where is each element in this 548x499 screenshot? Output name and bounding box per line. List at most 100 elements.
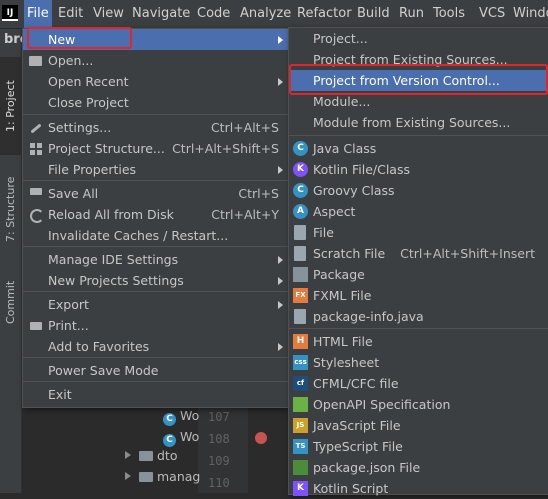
new-menu-item-java-class[interactable]: C Java Class bbox=[289, 138, 548, 159]
new-menu-item-cfml-cfc-file[interactable]: cf CFML/CFC file bbox=[289, 373, 548, 394]
new-menu-item-javascript-file[interactable]: JS JavaScript File bbox=[289, 415, 548, 436]
file-menu-item-power-save-mode[interactable]: Power Save Mode bbox=[23, 360, 289, 381]
new-menu-item-package-info-java[interactable]: package-info.java bbox=[289, 306, 548, 327]
menu-edit[interactable]: Edit bbox=[55, 0, 86, 28]
file-menu-item-print[interactable]: Print... bbox=[23, 315, 289, 336]
menu-item-label: Settings... bbox=[48, 120, 112, 135]
new-menu-item-typescript-file[interactable]: TS TypeScript File bbox=[289, 436, 548, 457]
kotlin-script-icon: K bbox=[293, 481, 308, 496]
file-menu-item-close-project[interactable]: Close Project bbox=[23, 92, 289, 113]
menu-build-label: Build bbox=[357, 6, 390, 21]
project-structure-icon-shape bbox=[30, 143, 42, 155]
menu-separator bbox=[23, 381, 289, 382]
new-menu-item-fxml-file[interactable]: FX FXML File bbox=[289, 285, 548, 306]
new-menu-item-package-json-file[interactable]: package.json File bbox=[289, 457, 548, 478]
file-menu-item-reload-all-from-disk[interactable]: Reload All from Disk Ctrl+Alt+Y bbox=[23, 204, 289, 225]
menu-item-label: Module... bbox=[313, 94, 371, 109]
menu-item-label: Java Class bbox=[313, 141, 377, 156]
new-menu-item-stylesheet[interactable]: css Stylesheet bbox=[289, 352, 548, 373]
new-menu-item-kotlin-script[interactable]: K Kotlin Script bbox=[289, 478, 548, 499]
menu-item-shortcut: Ctrl+Alt+Shift+Insert bbox=[400, 246, 535, 261]
menu-item-label: Reload All from Disk bbox=[48, 207, 174, 222]
menu-item-label: File Properties bbox=[48, 162, 137, 177]
tab-commit-label: Commit bbox=[4, 280, 17, 324]
menu-item-label: HTML File bbox=[313, 334, 373, 349]
menu-build[interactable]: Build bbox=[354, 0, 393, 28]
tree-item[interactable]: C Wo bbox=[163, 408, 199, 426]
menu-run[interactable]: Run bbox=[396, 0, 427, 28]
menu-navigate[interactable]: Navigate bbox=[129, 0, 193, 28]
expand-arrow-icon[interactable] bbox=[125, 451, 131, 459]
menu-analyze-label: Analyze bbox=[240, 6, 292, 21]
breakpoint-icon[interactable] bbox=[255, 432, 267, 444]
submenu-arrow-icon bbox=[278, 36, 283, 44]
menu-item-label: package.json File bbox=[313, 460, 421, 475]
menu-refactor-label: Refactor bbox=[297, 6, 352, 21]
file-menu-item-new[interactable]: New bbox=[23, 29, 289, 50]
new-menu-item-module[interactable]: Module... bbox=[289, 91, 548, 112]
java-class-icon: C bbox=[293, 141, 308, 156]
menu-item-label: Export bbox=[48, 297, 89, 312]
new-menu-item-file[interactable]: File bbox=[289, 222, 548, 243]
new-menu-item-openapi-specification[interactable]: OpenAPI Specification bbox=[289, 394, 548, 415]
file-menu-item-invalidate-caches-restart[interactable]: Invalidate Caches / Restart... bbox=[23, 225, 289, 246]
file-menu-item-settings[interactable]: Settings... Ctrl+Alt+S bbox=[23, 117, 289, 138]
tab-structure[interactable]: 7: Structure bbox=[0, 159, 21, 259]
menu-item-shortcut: Ctrl+Alt+S bbox=[210, 120, 279, 135]
tree-item-label: dto bbox=[157, 448, 178, 463]
folder-icon bbox=[139, 472, 153, 482]
menu-window-label: Windo bbox=[513, 6, 548, 21]
folder-icon-shape bbox=[29, 56, 42, 66]
new-menu-item-project[interactable]: Project... bbox=[289, 28, 548, 49]
tree-item[interactable]: manag bbox=[125, 469, 200, 484]
submenu-arrow-icon bbox=[278, 277, 283, 285]
new-menu-item-project-from-version-control[interactable]: Project from Version Control... bbox=[289, 70, 548, 91]
menu-vcs[interactable]: VCS bbox=[476, 0, 508, 28]
tree-item[interactable]: C Wo bbox=[163, 429, 199, 447]
fxml-icon: FX bbox=[293, 288, 308, 303]
file-menu-item-exit[interactable]: Exit bbox=[23, 384, 289, 405]
new-menu-item-aspect[interactable]: A Aspect bbox=[289, 201, 548, 222]
file-menu-item-add-to-favorites[interactable]: Add to Favorites bbox=[23, 336, 289, 357]
menu-separator bbox=[23, 246, 289, 247]
file-menu-item-open-recent[interactable]: Open Recent bbox=[23, 71, 289, 92]
menu-code[interactable]: Code bbox=[194, 0, 233, 28]
new-menu-item-html-file[interactable]: H HTML File bbox=[289, 331, 548, 352]
menu-separator bbox=[289, 328, 548, 329]
menu-run-label: Run bbox=[399, 6, 424, 21]
folder-icon bbox=[139, 451, 153, 461]
menu-item-label: FXML File bbox=[313, 288, 372, 303]
new-menu-item-kotlin-file-class[interactable]: K Kotlin File/Class bbox=[289, 159, 548, 180]
save-icon bbox=[28, 186, 44, 202]
expand-arrow-icon[interactable] bbox=[125, 472, 131, 480]
file-menu-item-file-properties[interactable]: File Properties bbox=[23, 159, 289, 180]
tree-item-label: manag bbox=[157, 469, 201, 484]
new-menu-item-package[interactable]: Package bbox=[289, 264, 548, 285]
menu-item-label: Manage IDE Settings bbox=[48, 252, 179, 267]
menu-item-label: Open... bbox=[48, 53, 94, 68]
menu-view[interactable]: View bbox=[90, 0, 127, 28]
menu-item-label: JavaScript File bbox=[313, 418, 401, 433]
file-menu-item-open[interactable]: Open... bbox=[23, 50, 289, 71]
new-menu-item-project-from-existing-sources[interactable]: Project from Existing Sources... bbox=[289, 49, 548, 70]
new-menu-item-scratch-file[interactable]: Scratch File Ctrl+Alt+Shift+Insert bbox=[289, 243, 548, 264]
menu-analyze[interactable]: Analyze bbox=[237, 0, 294, 28]
tab-project[interactable]: 1: Project bbox=[0, 57, 21, 155]
file-menu-item-export[interactable]: Export bbox=[23, 294, 289, 315]
file-menu-item-new-projects-settings[interactable]: New Projects Settings bbox=[23, 270, 289, 291]
tree-item-label: Wo bbox=[180, 429, 200, 444]
menu-item-label: Scratch File bbox=[313, 246, 386, 261]
menu-item-label: Power Save Mode bbox=[48, 363, 159, 378]
file-menu-item-save-all[interactable]: Save All Ctrl+S bbox=[23, 183, 289, 204]
menu-item-label: File bbox=[313, 225, 334, 240]
new-menu-item-groovy-class[interactable]: C Groovy Class bbox=[289, 180, 548, 201]
file-menu-item-project-structure[interactable]: Project Structure... Ctrl+Alt+Shift+S bbox=[23, 138, 289, 159]
tree-item[interactable]: dto bbox=[125, 448, 177, 463]
new-menu-item-module-from-existing-sources[interactable]: Module from Existing Sources... bbox=[289, 112, 548, 133]
tab-commit[interactable]: Commit bbox=[0, 267, 21, 337]
menu-refactor[interactable]: Refactor bbox=[294, 0, 355, 28]
file-menu-item-manage-ide-settings[interactable]: Manage IDE Settings bbox=[23, 249, 289, 270]
menu-tools[interactable]: Tools bbox=[430, 0, 468, 28]
menu-file[interactable]: File bbox=[24, 0, 52, 28]
menu-window[interactable]: Windo bbox=[510, 0, 548, 28]
